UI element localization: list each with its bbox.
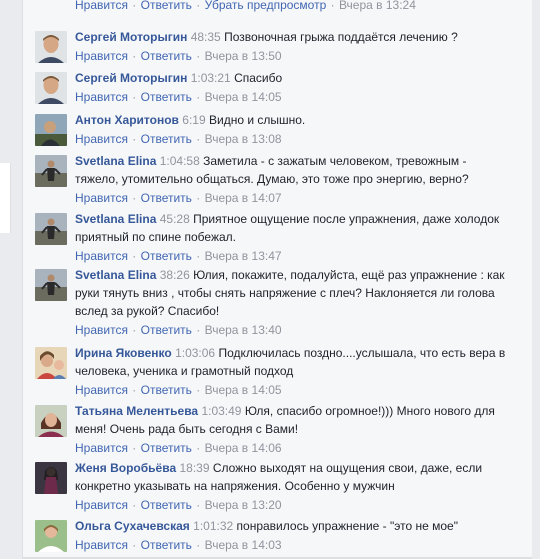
comment-time[interactable]: Вчера в 13:50 [205,49,282,63]
comment-author[interactable]: Svetlana Elina [75,212,156,226]
comment-time[interactable]: Вчера в 13:40 [205,323,282,337]
comment-author[interactable]: Татьяна Мелентьева [75,404,198,418]
comment-author[interactable]: Антон Харитонов [75,113,179,127]
reply-link[interactable]: Ответить [141,49,192,63]
reply-link[interactable]: Ответить [141,249,192,263]
comment-text: Спасибо [234,71,283,85]
video-timestamp[interactable]: 18:39 [179,461,209,475]
avatar-svetlana[interactable] [35,213,67,245]
like-link[interactable]: Нравится [75,191,128,205]
video-timestamp[interactable]: 38:26 [160,268,190,282]
avatar-svetlana[interactable] [35,269,67,301]
like-link[interactable]: Нравится [75,538,128,552]
video-timestamp[interactable]: 6:19 [182,113,205,127]
reply-link[interactable]: Ответить [141,191,192,205]
comment-text: Позвоночная грыжа поддаётся лечению ? [224,30,458,44]
comment-author[interactable]: Сергей Моторыгин [75,30,187,44]
comment-time[interactable]: Вчера в 14:03 [205,538,282,552]
avatar-olga[interactable] [35,520,67,552]
comment-time[interactable]: Вчера в 13:47 [205,249,282,263]
avatar-sergey[interactable] [35,72,67,104]
avatar-sergey[interactable] [35,31,67,63]
page-background-right [532,0,540,559]
comment-author[interactable]: Svetlana Elina [75,268,156,282]
like-link[interactable]: Нравится [75,90,128,104]
reply-link[interactable]: Ответить [141,132,192,146]
avatar-zhenya[interactable] [35,462,67,494]
video-timestamp[interactable]: 1:01:32 [193,519,233,533]
comment-author[interactable]: Svetlana Elina [75,154,156,168]
comment-author[interactable]: Ольга Сухачевская [75,519,190,533]
reply-link[interactable]: Ответить [141,0,192,12]
comment-time[interactable]: Вчера в 14:06 [205,441,282,455]
comment-text: Видно и слышно. [208,113,306,127]
left-column-edge [0,163,11,233]
video-timestamp[interactable]: 1:04:58 [160,154,200,168]
avatar-irina[interactable] [35,347,67,379]
reply-link[interactable]: Ответить [141,498,192,512]
comment-author[interactable]: Сергей Моторыгин [75,71,187,85]
like-link[interactable]: Нравится [75,0,128,12]
like-link[interactable]: Нравится [75,323,128,337]
comment-time[interactable]: Вчера в 14:07 [205,191,282,205]
reply-link[interactable]: Ответить [141,383,192,397]
avatar-anton[interactable] [35,114,67,146]
video-timestamp[interactable]: 45:28 [160,212,190,226]
video-timestamp[interactable]: 1:03:21 [191,71,231,85]
like-link[interactable]: Нравится [75,132,128,146]
video-timestamp[interactable]: 48:35 [191,30,221,44]
comment-author[interactable]: Ирина Яковенко [75,346,172,360]
video-timestamp[interactable]: 1:03:49 [201,404,241,418]
comment-time[interactable]: Вчера в 13:08 [205,132,282,146]
reply-link[interactable]: Ответить [141,323,192,337]
avatar-tatiana[interactable] [35,405,67,437]
comment-time[interactable]: Вчера в 13:20 [205,498,282,512]
like-link[interactable]: Нравится [75,441,128,455]
comment-time[interactable]: Вчера в 14:05 [205,90,282,104]
reply-link[interactable]: Ответить [141,441,192,455]
comment-time[interactable]: Вчера в 14:05 [205,383,282,397]
like-link[interactable]: Нравится [75,498,128,512]
avatar-svetlana[interactable] [35,155,67,187]
comment-time[interactable]: Вчера в 13:24 [339,0,416,12]
comments-panel: Нравится · Ответить · Убрать предпросмот… [22,0,533,559]
video-timestamp[interactable]: 1:03:06 [175,346,215,360]
reply-link[interactable]: Ответить [141,90,192,104]
like-link[interactable]: Нравится [75,249,128,263]
remove-preview-link[interactable]: Убрать предпросмотр [205,0,327,12]
like-link[interactable]: Нравится [75,49,128,63]
comment-text: понравилось упражнение - "это не мое" [236,519,458,533]
like-link[interactable]: Нравится [75,383,128,397]
comment-author[interactable]: Женя Воробьёва [75,461,176,475]
page-background [0,0,22,559]
reply-link[interactable]: Ответить [141,538,192,552]
